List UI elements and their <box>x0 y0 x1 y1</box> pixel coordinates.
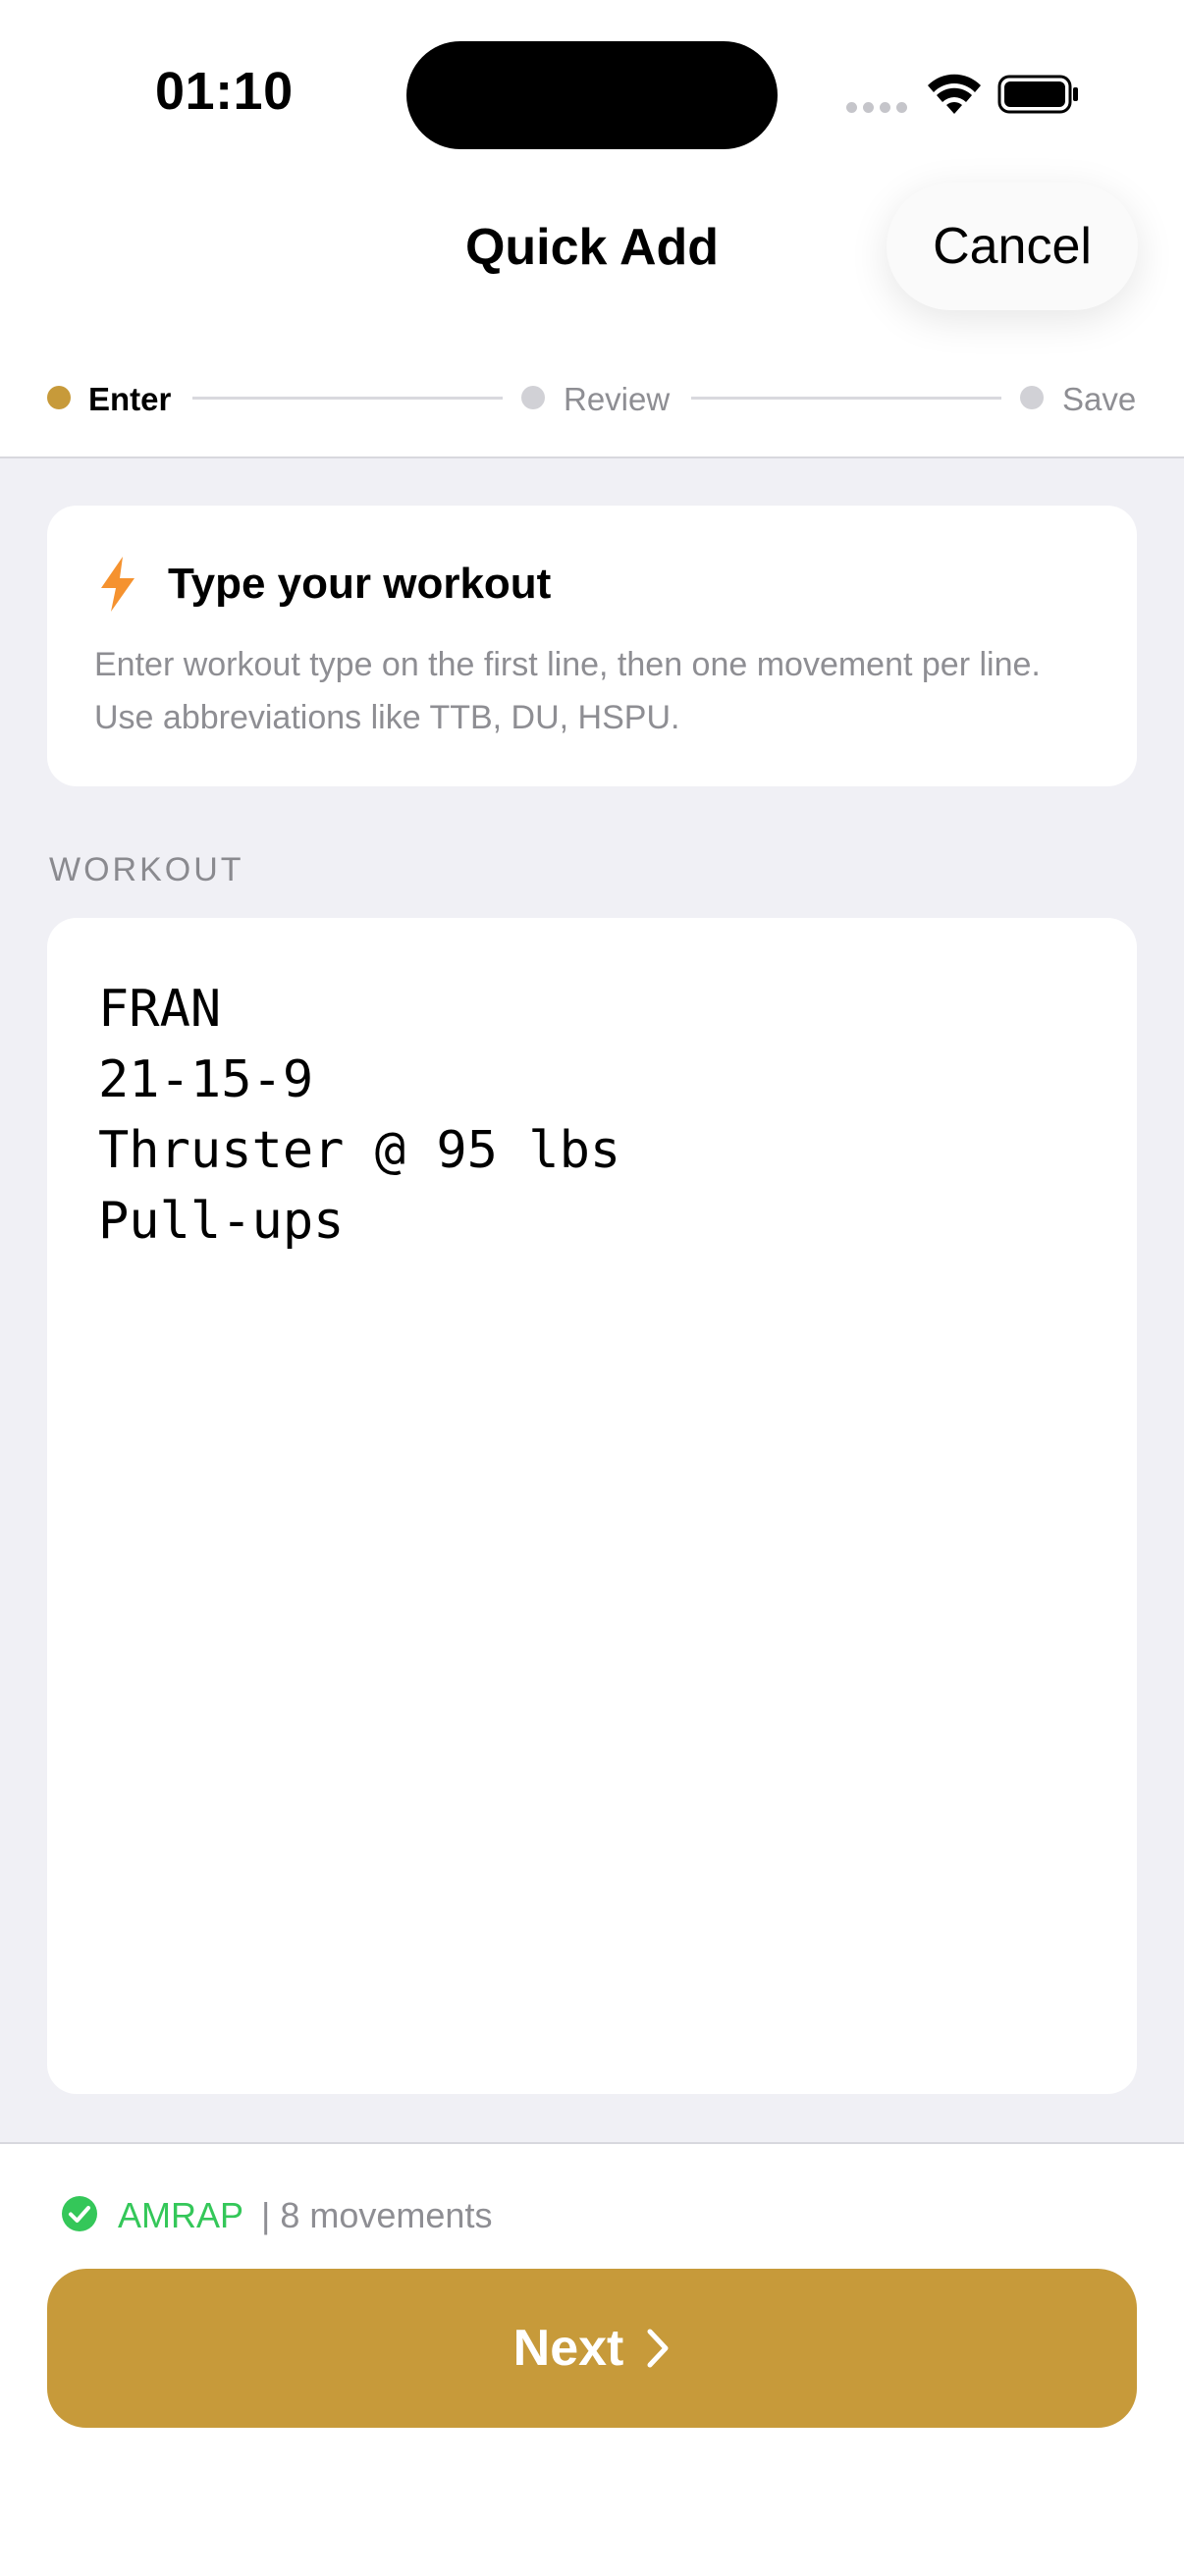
step-review-dot <box>521 386 545 409</box>
next-button-label: Next <box>512 2320 624 2377</box>
battery-icon <box>997 75 1078 114</box>
status-time: 01:10 <box>155 62 294 121</box>
cancel-button[interactable]: Cancel <box>887 183 1138 310</box>
bolt-icon <box>101 557 135 612</box>
card-title: Type your workout <box>168 560 552 608</box>
editor-line: FRAN <box>98 980 222 1039</box>
card-description: Enter workout type on the first line, th… <box>94 646 1041 736</box>
dynamic-island <box>406 41 778 149</box>
check-circle-icon <box>62 2196 97 2231</box>
next-button[interactable]: Next <box>47 2269 1137 2428</box>
workout-text-editor[interactable]: FRAN 21-15-9 Thruster @ 95 lbs Pull-ups <box>47 918 1137 2094</box>
bottom-bar: AMRAP | 8 movements Next <box>0 2142 1184 2576</box>
chevron-right-icon <box>647 2329 669 2368</box>
workout-section-label: WORKOUT <box>49 851 244 888</box>
editor-line: Thruster @ 95 lbs <box>98 1121 621 1180</box>
progress-stepper: Enter Review Save <box>0 373 1184 422</box>
workout-type-label: AMRAP <box>118 2195 244 2235</box>
wifi-icon <box>928 74 981 114</box>
step-review-label: Review <box>564 381 671 417</box>
step-save-label: Save <box>1062 381 1137 417</box>
step-connector <box>192 397 503 400</box>
cellular-signal-icon <box>846 102 907 113</box>
step-connector <box>691 397 1001 400</box>
editor-line: 21-15-9 <box>98 1050 314 1109</box>
movement-count: | 8 movements <box>261 2195 493 2235</box>
instructions-card: Type your workout Enter workout type on … <box>47 506 1137 786</box>
step-enter-label: Enter <box>88 381 172 417</box>
editor-line: Pull-ups <box>98 1192 345 1251</box>
step-enter-dot <box>47 386 71 409</box>
step-save-dot <box>1020 386 1044 409</box>
header-area: 01:10 Quick Add Cancel Enter Review Save <box>0 0 1184 458</box>
